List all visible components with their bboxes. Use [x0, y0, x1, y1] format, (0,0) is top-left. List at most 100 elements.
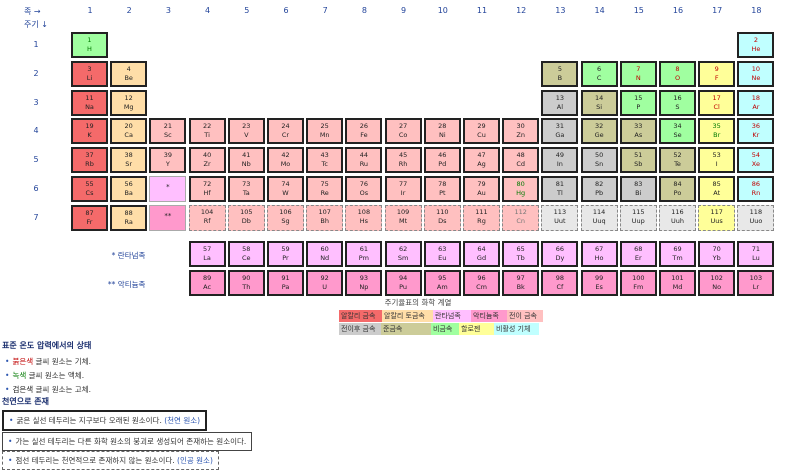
- element-cell[interactable]: 5B: [541, 60, 579, 87]
- element-cell[interactable]: 36 Kr: [737, 118, 775, 145]
- element-cell[interactable]: 57 La: [188, 241, 226, 267]
- element-cell[interactable]: 75 Re: [306, 176, 344, 202]
- element-cell[interactable]: 23 V: [227, 118, 265, 145]
- element-cell[interactable]: 85 At: [698, 176, 736, 202]
- element-cell[interactable]: 101 Md: [659, 269, 696, 296]
- element-cell[interactable]: 6C: [580, 60, 618, 87]
- element-cell[interactable]: 86 Rn: [737, 176, 775, 202]
- element-cell[interactable]: 108 Hs: [345, 204, 383, 231]
- element-cell[interactable]: 10 Ne: [737, 60, 775, 87]
- element-cell[interactable]: 39 Y: [149, 147, 187, 174]
- element-cell[interactable]: 87 Fr: [71, 204, 108, 231]
- element-cell[interactable]: 13 Al: [541, 89, 579, 116]
- element-cell[interactable]: 107 Bh: [306, 204, 344, 231]
- element-cell[interactable]: 9F: [698, 60, 736, 87]
- element-cell[interactable]: 59 Pr: [267, 241, 304, 267]
- element-cell[interactable]: 82 Pb: [580, 176, 618, 202]
- element-cell[interactable]: 43 Tc: [306, 147, 344, 174]
- element-cell[interactable]: 25 Mn: [306, 118, 344, 145]
- element-cell[interactable]: 68 Er: [619, 241, 657, 267]
- element-cell[interactable]: 53 I: [698, 147, 736, 174]
- element-cell[interactable]: 65 Tb: [502, 241, 540, 267]
- element-cell[interactable]: 95 Am: [423, 269, 461, 296]
- element-cell[interactable]: 42 Mo: [267, 147, 304, 174]
- element-cell[interactable]: 111 Rg: [463, 204, 500, 231]
- element-cell[interactable]: 15 P: [619, 89, 657, 116]
- element-cell[interactable]: 106 Sg: [267, 204, 304, 231]
- element-cell[interactable]: 58 Ce: [227, 241, 265, 267]
- element-cell[interactable]: 40 Zr: [188, 147, 226, 174]
- element-cell[interactable]: 93 Np: [345, 269, 383, 296]
- element-cell[interactable]: 114 Uuq: [580, 204, 618, 231]
- element-cell[interactable]: 11 Na: [71, 89, 108, 116]
- element-cell[interactable]: 63 Eu: [423, 241, 461, 267]
- element-cell[interactable]: 31 Ga: [541, 118, 579, 145]
- element-cell[interactable]: 81 Tl: [541, 176, 579, 202]
- element-cell[interactable]: 83 Bi: [619, 176, 657, 202]
- element-cell[interactable]: 67 Ho: [580, 241, 618, 267]
- element-cell[interactable]: 113 Uut: [541, 204, 579, 231]
- element-cell[interactable]: 34 Se: [659, 118, 696, 145]
- element-cell[interactable]: 96 Cm: [463, 269, 500, 296]
- element-cell[interactable]: 32 Ge: [580, 118, 618, 145]
- element-cell[interactable]: 99 Es: [580, 269, 618, 296]
- element-cell[interactable]: 47 Ag: [463, 147, 500, 174]
- element-cell[interactable]: 4 Be: [110, 60, 148, 87]
- element-cell[interactable]: 27 Co: [384, 118, 422, 145]
- element-cell[interactable]: 90 Th: [227, 269, 265, 296]
- element-cell[interactable]: 18 Ar: [737, 89, 775, 116]
- element-cell[interactable]: 74 W: [267, 176, 304, 202]
- element-cell[interactable]: 30 Zn: [502, 118, 540, 145]
- element-cell[interactable]: 79 Au: [463, 176, 500, 202]
- element-cell[interactable]: 71 Lu: [737, 241, 775, 267]
- element-cell[interactable]: 115 Uup: [619, 204, 657, 231]
- element-cell[interactable]: 89 Ac: [188, 269, 226, 296]
- element-cell[interactable]: 50 Sn: [580, 147, 618, 174]
- element-cell[interactable]: 80 Hg: [502, 176, 540, 202]
- element-cell[interactable]: 28 Ni: [423, 118, 461, 145]
- element-cell[interactable]: 51 Sb: [619, 147, 657, 174]
- element-cell[interactable]: 97 Bk: [502, 269, 540, 296]
- element-cell[interactable]: 73 Ta: [227, 176, 265, 202]
- element-cell[interactable]: 52 Te: [659, 147, 696, 174]
- element-cell[interactable]: 117 Uus: [698, 204, 736, 231]
- element-cell[interactable]: 49 In: [541, 147, 579, 174]
- element-cell[interactable]: 104 Rf: [188, 204, 226, 231]
- element-cell[interactable]: 54 Xe: [737, 147, 775, 174]
- element-cell[interactable]: 103 Lr: [737, 269, 775, 296]
- element-cell[interactable]: 37 Rb: [71, 147, 108, 174]
- element-cell[interactable]: 35 Br: [698, 118, 736, 145]
- element-cell[interactable]: *: [149, 176, 187, 202]
- element-cell[interactable]: 2 He: [737, 32, 775, 58]
- element-cell[interactable]: 94 Pu: [384, 269, 422, 296]
- element-cell[interactable]: 45 Rh: [384, 147, 422, 174]
- element-cell[interactable]: 1H: [71, 32, 108, 58]
- element-cell[interactable]: 70 Yb: [698, 241, 736, 267]
- occurrence-note-link[interactable]: (천연 원소): [164, 416, 200, 425]
- element-cell[interactable]: 26 Fe: [345, 118, 383, 145]
- element-cell[interactable]: 17 Cl: [698, 89, 736, 116]
- element-cell[interactable]: 16 S: [659, 89, 696, 116]
- element-cell[interactable]: 77 Ir: [384, 176, 422, 202]
- element-cell[interactable]: 24 Cr: [267, 118, 304, 145]
- element-cell[interactable]: 20 Ca: [110, 118, 148, 145]
- element-cell[interactable]: 110 Ds: [423, 204, 461, 231]
- element-cell[interactable]: 102 No: [698, 269, 736, 296]
- element-cell[interactable]: 19 K: [71, 118, 108, 145]
- element-cell[interactable]: 84 Po: [659, 176, 696, 202]
- element-cell[interactable]: 118 Uuo: [737, 204, 775, 231]
- element-cell[interactable]: 112 Cn: [502, 204, 540, 231]
- element-cell[interactable]: 3 Li: [71, 60, 108, 87]
- element-cell[interactable]: 21 Sc: [149, 118, 187, 145]
- element-cell[interactable]: 12 Mg: [110, 89, 148, 116]
- element-cell[interactable]: 69 Tm: [659, 241, 696, 267]
- element-cell[interactable]: 29 Cu: [463, 118, 500, 145]
- element-cell[interactable]: 60 Nd: [306, 241, 344, 267]
- element-cell[interactable]: 61 Pm: [345, 241, 383, 267]
- element-cell[interactable]: **: [149, 204, 187, 231]
- element-cell[interactable]: 72 Hf: [188, 176, 226, 202]
- element-cell[interactable]: 66 Dy: [541, 241, 579, 267]
- element-cell[interactable]: 98 Cf: [541, 269, 579, 296]
- element-cell[interactable]: 48 Cd: [502, 147, 540, 174]
- element-cell[interactable]: 62 Sm: [384, 241, 422, 267]
